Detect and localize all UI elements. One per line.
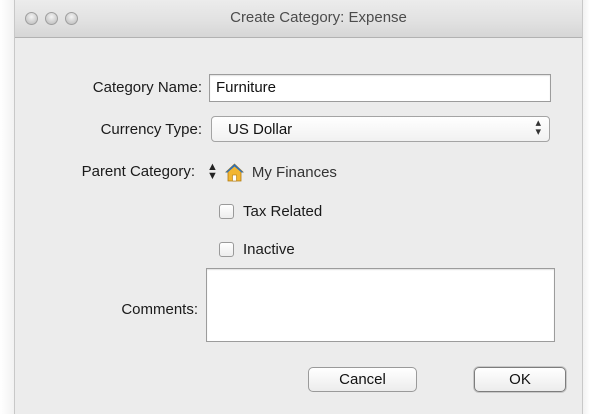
window-title: Create Category: Expense — [230, 9, 407, 26]
parent-category-label: Parent Category: — [81, 163, 195, 180]
comments-textarea[interactable] — [206, 268, 555, 342]
house-icon — [224, 162, 244, 181]
ok-button[interactable]: OK — [474, 367, 566, 392]
title-bar[interactable]: Create Category: Expense — [15, 0, 582, 38]
parent-category-value: My Finances — [251, 163, 337, 181]
comments-label: Comments: — [121, 301, 198, 318]
window-shadow-right — [582, 0, 590, 414]
chevron-up-down-icon: ▴ ▾ — [535, 117, 541, 138]
inactive-checkbox-row[interactable]: Inactive — [219, 241, 295, 258]
up-down-arrows-icon: ▲ ▼ — [207, 161, 218, 182]
category-name-label: Category Name: — [92, 79, 202, 96]
currency-type-value: US Dollar — [228, 121, 293, 138]
cancel-button[interactable]: Cancel — [308, 367, 417, 392]
tax-related-label: Tax Related — [243, 203, 323, 220]
category-name-value: Furniture — [216, 79, 277, 96]
inactive-checkbox[interactable] — [219, 242, 234, 257]
dialog-window: Create Category: Expense Category Name: … — [14, 0, 583, 414]
tax-related-checkbox-row[interactable]: Tax Related — [219, 203, 322, 220]
inactive-label: Inactive — [243, 241, 295, 258]
category-name-field[interactable]: Furniture — [209, 74, 551, 102]
currency-type-popup[interactable]: US Dollar ▴ ▾ — [211, 116, 550, 142]
tax-related-checkbox[interactable] — [219, 204, 234, 219]
currency-type-label: Currency Type: — [100, 121, 202, 138]
window-shadow-left — [0, 0, 14, 414]
parent-category-selector[interactable]: ▲ ▼ My Finances — [207, 160, 407, 184]
